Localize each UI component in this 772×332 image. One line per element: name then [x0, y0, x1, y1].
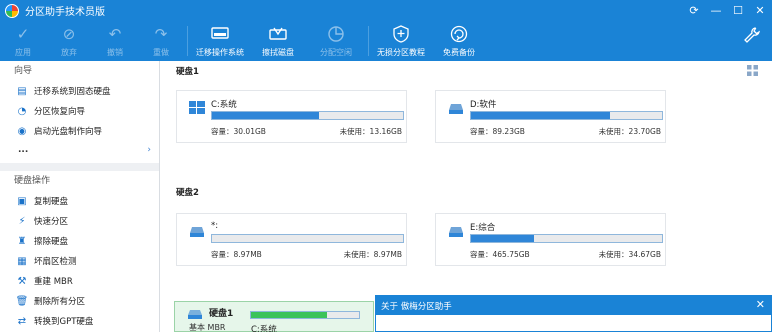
partition-capacity: 容量：8.97MB [211, 250, 262, 259]
bad-sector-icon: ▦ [17, 255, 27, 267]
undo-icon: ↶ [108, 24, 122, 43]
toolbar-separator [368, 26, 369, 56]
wizard-section-title: 向导 [14, 66, 33, 76]
wipe-disk-button[interactable]: 擦拭磁盘 [249, 21, 307, 61]
erase-disk-icon: ♜ [17, 235, 27, 247]
sidebar-item-delete-all[interactable]: 🗑 删除所有分区 [0, 291, 159, 311]
sidebar-item-convert-gpt[interactable]: ⇄ 转换到GPT硬盘 [0, 311, 159, 331]
usage-bar-fill [471, 235, 535, 242]
wrench-icon[interactable] [742, 25, 762, 45]
migrate-icon: ▤ [17, 85, 27, 97]
rebuild-mbr-icon: ⚒ [17, 275, 27, 287]
window-controls: ⟳ — ☐ ✕ [686, 2, 768, 18]
disk-list-bar [250, 311, 360, 319]
sidebar-item-bad-sector[interactable]: ▦ 坏扇区检测 [0, 251, 159, 271]
undo-button[interactable]: ↶ 撤销 [92, 21, 138, 61]
refresh-icon[interactable]: ⟳ [686, 2, 702, 18]
close-icon[interactable]: ✕ [756, 298, 765, 311]
toolbar: ✓ 应用 ⊘ 放弃 ↶ 撤销 ↷ 重做 迁移操作系统 擦拭磁盘 分配空闲 无损分… [0, 21, 772, 61]
partition-free: 未使用：34.67GB [598, 250, 661, 259]
partition-card[interactable]: C:系统 容量：30.01GB 未使用：13.16GB [176, 90, 407, 143]
disk-ops-section-title: 硬盘操作 [14, 176, 51, 186]
partition-card[interactable]: *: 容量：8.97MB 未使用：8.97MB [176, 213, 407, 266]
partition-card[interactable]: D:软件 容量：89.23GB 未使用：23.70GB [435, 90, 666, 143]
title-bar: 分区助手技术员版 ⟳ — ☐ ✕ [0, 0, 772, 21]
disk-list-type: 基本 MBR [189, 323, 226, 332]
usage-bar [470, 234, 663, 243]
disk-list-name: 硬盘1 [209, 309, 234, 319]
wizard-more-link[interactable]: ... › [0, 141, 159, 159]
delete-all-icon: 🗑 [15, 295, 29, 307]
window-title: 分区助手技术员版 [25, 7, 105, 18]
boot-disc-icon: ◉ [17, 125, 27, 137]
convert-gpt-icon: ⇄ [17, 315, 27, 327]
apply-button[interactable]: ✓ 应用 [0, 21, 46, 61]
disk-list-partition: C:系统 [251, 325, 277, 332]
sidebar-item-quick-partition[interactable]: ⚡ 快速分区 [0, 211, 159, 231]
partition-free: 未使用：8.97MB [343, 250, 402, 259]
disk-label: 硬盘2 [176, 188, 199, 198]
allocate-space-button[interactable]: 分配空闲 [307, 21, 365, 61]
migrate-os-button[interactable]: 迁移操作系统 [191, 21, 249, 61]
usage-bar-fill [212, 112, 319, 119]
drive-icon [448, 101, 464, 115]
app-window: 分区助手技术员版 ⟳ — ☐ ✕ ✓ 应用 ⊘ 放弃 ↶ 撤销 ↷ 重做 迁移操… [0, 0, 772, 332]
sidebar-divider [0, 163, 159, 171]
minimize-icon[interactable]: — [708, 2, 724, 18]
close-icon[interactable]: ✕ [752, 2, 768, 18]
usage-bar [470, 111, 663, 120]
recover-icon: ◔ [17, 105, 27, 117]
restore-icon[interactable]: ☐ [730, 2, 746, 18]
check-icon: ✓ [16, 24, 30, 43]
sidebar-item-migrate-ssd[interactable]: ▤ 迁移系统到固态硬盘 [0, 81, 159, 101]
partition-name: D:软件 [470, 100, 497, 110]
main-content: 硬盘1 C:系统 容量：30.01GB 未使用：13.16GB D:软件 容量：… [160, 61, 772, 332]
sidebar-item-copy-disk[interactable]: ▣ 复制硬盘 [0, 191, 159, 211]
partition-capacity: 容量：89.23GB [470, 127, 525, 136]
dialog-title: 关于 傲梅分区助手 [376, 296, 771, 315]
wipe-disk-icon [268, 24, 288, 44]
usage-bar-fill [471, 112, 611, 119]
migrate-os-icon [210, 24, 230, 44]
view-toggle-icon[interactable] [747, 65, 758, 76]
disk-icon [187, 308, 203, 320]
tutorial-icon [391, 24, 411, 44]
quick-partition-icon: ⚡ [18, 215, 26, 227]
usage-bar [211, 111, 404, 120]
partition-capacity: 容量：465.75GB [470, 250, 530, 259]
backup-icon [449, 24, 469, 44]
partition-capacity: 容量：30.01GB [211, 127, 266, 136]
redo-button[interactable]: ↷ 重做 [138, 21, 184, 61]
partition-free: 未使用：23.70GB [598, 127, 661, 136]
chevron-right-icon: › [147, 145, 151, 155]
sidebar-item-partition-recovery[interactable]: ◔ 分区恢复向导 [0, 101, 159, 121]
sidebar: 向导 ▤ 迁移系统到固态硬盘 ◔ 分区恢复向导 ◉ 启动光盘制作向导 ... ›… [0, 61, 160, 332]
disk-label: 硬盘1 [176, 67, 199, 77]
partition-name: E:综合 [470, 223, 496, 233]
allocate-space-icon [326, 24, 346, 44]
discard-button[interactable]: ⊘ 放弃 [46, 21, 92, 61]
windows-icon [189, 101, 205, 115]
about-dialog: 关于 傲梅分区助手 ✕ [375, 295, 772, 332]
discard-icon: ⊘ [62, 24, 76, 43]
usage-bar [211, 234, 404, 243]
toolbar-separator [187, 26, 188, 56]
copy-disk-icon: ▣ [17, 195, 27, 207]
partition-card[interactable]: E:综合 容量：465.75GB 未使用：34.67GB [435, 213, 666, 266]
disk-list-bar-fill [251, 312, 327, 318]
sidebar-item-boot-disc[interactable]: ◉ 启动光盘制作向导 [0, 121, 159, 141]
drive-icon [448, 224, 464, 238]
sidebar-item-erase-disk[interactable]: ♜ 擦除硬盘 [0, 231, 159, 251]
backup-button[interactable]: 免费备份 [430, 21, 488, 61]
sidebar-item-rebuild-mbr[interactable]: ⚒ 重建 MBR [0, 271, 159, 291]
app-logo-icon [5, 3, 19, 18]
partition-free: 未使用：13.16GB [339, 127, 402, 136]
drive-icon [189, 224, 205, 238]
partition-name: *: [211, 221, 219, 231]
tutorial-button[interactable]: 无损分区教程 [372, 21, 430, 61]
partition-name: C:系统 [211, 100, 237, 110]
redo-icon: ↷ [154, 24, 168, 43]
